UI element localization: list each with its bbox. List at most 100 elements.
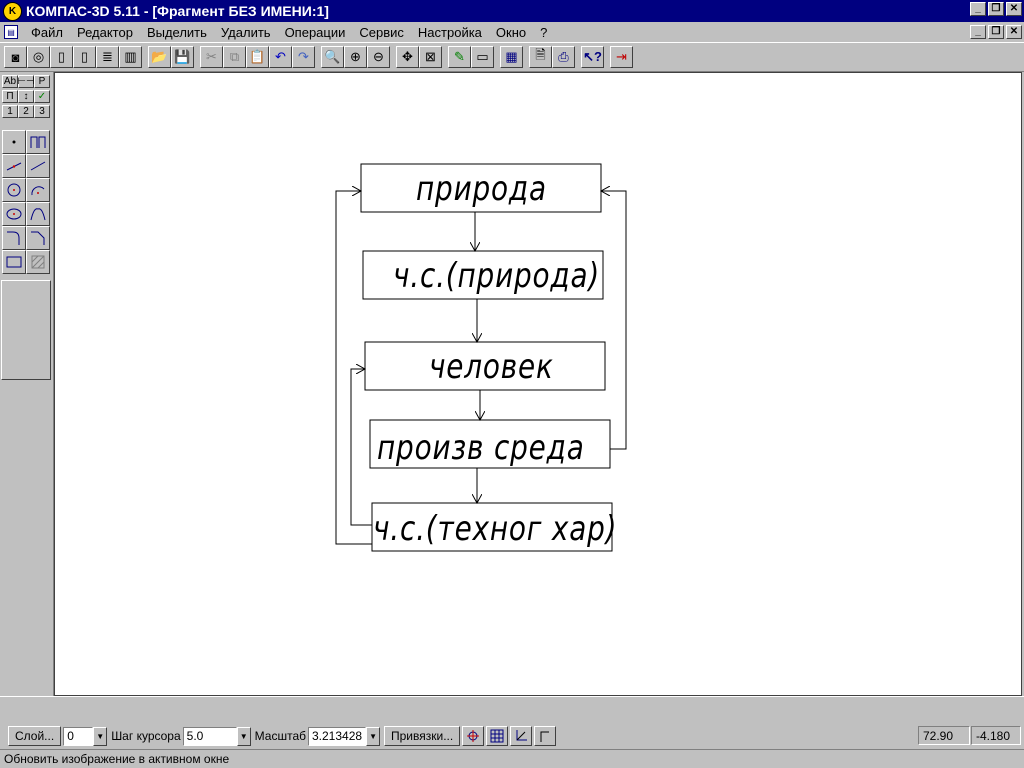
menu-operations[interactable]: Операции <box>278 25 353 40</box>
new-text-icon[interactable]: ≣ <box>96 46 119 68</box>
status-empty-strip <box>0 696 1024 720</box>
restore-icon[interactable]: ❐ <box>988 2 1004 16</box>
zoom-window-icon[interactable]: 🔍 <box>321 46 344 68</box>
hint-line: Обновить изображение в активном окне <box>0 749 1024 768</box>
print-icon[interactable]: ⎙ <box>552 46 575 68</box>
palette-dimension-icon[interactable]: ⊢⊣ <box>17 75 35 88</box>
label-human: человек <box>429 347 554 387</box>
calc-icon[interactable]: ▦ <box>500 46 523 68</box>
palette-empty-area <box>1 280 51 380</box>
local-cs-icon[interactable] <box>510 726 533 746</box>
parallel-segment-icon[interactable] <box>26 154 50 178</box>
hatch-icon[interactable] <box>26 250 50 274</box>
label-production-env: произв среда <box>377 428 585 468</box>
arc-icon[interactable] <box>26 178 50 202</box>
minimize-icon[interactable]: _ <box>970 2 986 16</box>
step-select[interactable]: 5.0 ▼ <box>182 726 251 746</box>
point-icon[interactable] <box>2 130 26 154</box>
palette-edit-icon[interactable]: П <box>2 90 18 103</box>
menu-help[interactable]: ? <box>533 25 554 40</box>
loop-tech-to-nature <box>335 191 372 545</box>
rectangle-icon[interactable] <box>2 250 26 274</box>
menu-editor[interactable]: Редактор <box>70 25 140 40</box>
label-emergency-tech: ч.с.(техног хар) <box>373 509 618 549</box>
doc-close-icon[interactable]: ✕ <box>1006 25 1022 39</box>
pan-icon[interactable]: ✥ <box>396 46 419 68</box>
view-manager-icon[interactable]: ▭ <box>471 46 494 68</box>
step-value: 5.0 <box>182 726 237 746</box>
drawing-canvas[interactable]: природа ч.с.(природа) человек произв сре… <box>54 72 1022 696</box>
menu-window[interactable]: Окно <box>489 25 533 40</box>
scale-value: 3.213428 <box>308 726 367 746</box>
grid-icon[interactable] <box>486 726 509 746</box>
window-title: КОМПАС-3D 5.11 - [Фрагмент БЕЗ ИМЕНИ:1] <box>26 3 329 19</box>
fillet-icon[interactable] <box>2 226 26 250</box>
segment-icon[interactable] <box>2 154 26 178</box>
ortho-mode-icon[interactable] <box>534 726 557 746</box>
palette-select-icon[interactable]: ✓ <box>34 90 50 103</box>
title-bar: K КОМПАС-3D 5.11 - [Фрагмент БЕЗ ИМЕНИ:1… <box>0 0 1024 22</box>
doc-minimize-icon[interactable]: _ <box>970 25 986 39</box>
main-toolbar: ◙ ◎ ▯ ▯ ≣ ▥ 📂 💾 ✂ ⧉ 📋 ↶ ↷ 🔍 ⊕ ⊖ ✥ ⊠ ✎ ▭ … <box>0 42 1024 72</box>
new-spec-icon[interactable]: ▥ <box>119 46 142 68</box>
menu-bar: ▤ Файл Редактор Выделить Удалить Операци… <box>0 22 1024 42</box>
current-state-bar: Слой... 0 ▼ Шаг курсора 5.0 ▼ Масштаб 3.… <box>0 724 1024 748</box>
menu-select[interactable]: Выделить <box>140 25 214 40</box>
zoom-all-icon[interactable]: ⊠ <box>419 46 442 68</box>
redo-icon[interactable]: ↷ <box>292 46 315 68</box>
coord-x: 72.90 <box>918 726 970 745</box>
layer-value: 0 <box>63 726 94 746</box>
palette-param-icon[interactable]: P <box>34 75 50 88</box>
auxiliary-line-icon[interactable] <box>26 130 50 154</box>
doc-restore-icon[interactable]: ❐ <box>988 25 1004 39</box>
paste-icon[interactable]: 📋 <box>246 46 269 68</box>
palette-page-3[interactable]: 3 <box>34 105 50 118</box>
zoom-in-icon[interactable]: ⊕ <box>344 46 367 68</box>
layer-button[interactable]: Слой... <box>8 726 62 746</box>
loop-env-to-nature <box>601 191 627 450</box>
coord-y: -4.180 <box>971 726 1021 745</box>
new-3d-icon[interactable]: ◙ <box>4 46 27 68</box>
edit-icon[interactable]: ✎ <box>448 46 471 68</box>
kompas-logo-icon[interactable]: K <box>3 1 22 21</box>
palette-page-2[interactable]: 2 <box>18 105 34 118</box>
menu-delete[interactable]: Удалить <box>214 25 278 40</box>
label-nature: природа <box>416 169 547 209</box>
chamfer-icon[interactable] <box>26 226 50 250</box>
cut-icon[interactable]: ✂ <box>200 46 223 68</box>
ortho-snap-icon[interactable] <box>462 726 485 746</box>
close-icon[interactable]: ✕ <box>1006 2 1022 16</box>
loop-tech-to-human <box>350 369 372 526</box>
copy-icon[interactable]: ⧉ <box>223 46 246 68</box>
new-3d-assembly-icon[interactable]: ◎ <box>27 46 50 68</box>
palette-text-icon[interactable]: Ab <box>2 75 18 88</box>
preview-icon[interactable]: 🗎 <box>529 46 552 68</box>
menu-settings[interactable]: Настройка <box>411 25 489 40</box>
layer-select[interactable]: 0 ▼ <box>63 726 108 746</box>
open-icon[interactable]: 📂 <box>148 46 171 68</box>
undo-icon[interactable]: ↶ <box>269 46 292 68</box>
new-sheet-icon[interactable]: ▯ <box>50 46 73 68</box>
scale-select[interactable]: 3.213428 ▼ <box>308 726 380 746</box>
chevron-down-icon[interactable]: ▼ <box>93 726 108 746</box>
menu-file[interactable]: Файл <box>24 25 70 40</box>
step-label: Шаг курсора <box>111 729 181 743</box>
spline-icon[interactable] <box>26 202 50 226</box>
help-cursor-icon[interactable]: ↖? <box>581 46 604 68</box>
scale-label: Масштаб <box>254 729 306 743</box>
palette-page-1[interactable]: 1 <box>2 105 18 118</box>
zoom-out-icon[interactable]: ⊖ <box>367 46 390 68</box>
save-icon[interactable]: 💾 <box>171 46 194 68</box>
tool-palette: Ab ⊢⊣ P П ↕ ✓ 1 2 3 <box>0 72 54 696</box>
label-emergency-nature: ч.с.(природа) <box>393 256 601 296</box>
chevron-down-icon[interactable]: ▼ <box>366 726 380 746</box>
new-fragment-icon[interactable]: ▯ <box>73 46 96 68</box>
snaps-button[interactable]: Привязки... <box>384 726 461 746</box>
exit-icon[interactable]: ⇥ <box>610 46 633 68</box>
circle-icon[interactable] <box>2 178 26 202</box>
palette-measure-icon[interactable]: ↕ <box>18 90 34 103</box>
ellipse-icon[interactable] <box>2 202 26 226</box>
chevron-down-icon[interactable]: ▼ <box>236 726 251 746</box>
menu-service[interactable]: Сервис <box>352 25 411 40</box>
document-icon[interactable]: ▤ <box>4 25 18 39</box>
